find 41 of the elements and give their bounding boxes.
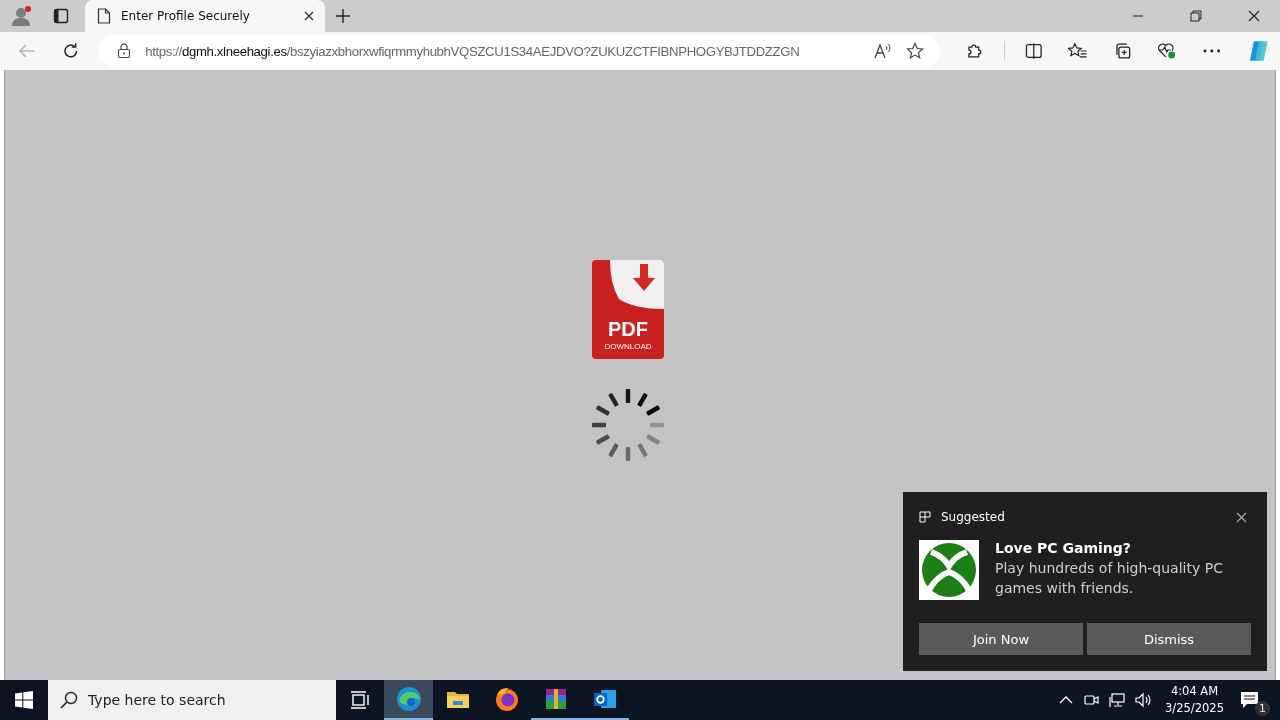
lock-icon[interactable] <box>117 43 132 59</box>
new-tab-button[interactable] <box>335 8 351 24</box>
chevron-up-icon[interactable] <box>1059 696 1074 704</box>
close-button[interactable] <box>1248 10 1260 22</box>
dismiss-button[interactable]: Dismiss <box>1087 623 1251 655</box>
toast-message: Play hundreds of high-quality PC games with friends. <box>995 559 1224 598</box>
windows-start-icon[interactable] <box>15 691 33 709</box>
refresh-button[interactable] <box>61 42 80 60</box>
address-bar[interactable]: https://dgmh.xlneehagi.es/bszyiazxbhorxwfiqrmmyhubhVQSZCU1S34AEJDVO?ZUKUZCTFIBNPHOGYBJTDDZZGN <box>99 35 941 67</box>
read-aloud-icon[interactable] <box>874 43 893 59</box>
url-text: https://dgmh.xlneehagi.es/bszyiazxbhorxwfiqrmmyhubhVQSZCU1S34AEJDVO?ZUKUZCTFIBNPHOGYBJTDDZZGN <box>145 43 801 59</box>
browser-tab[interactable]: Enter Profile Securely <box>85 0 325 32</box>
split-screen-icon[interactable] <box>1024 42 1043 60</box>
toast-title: Love PC Gaming? <box>995 540 1132 556</box>
join-button[interactable]: Join Now <box>919 623 1083 655</box>
close-tab-button[interactable] <box>303 10 315 22</box>
more-options-icon[interactable] <box>1202 49 1221 53</box>
volume-icon[interactable] <box>1135 692 1154 708</box>
network-icon[interactable] <box>1109 692 1126 708</box>
pdf-download-badge[interactable]: PDF DOWNLOAD <box>592 260 664 359</box>
loading-spinner-icon <box>590 387 666 463</box>
profile-icon[interactable] <box>11 5 33 27</box>
search-field[interactable]: Type here to search <box>48 680 336 720</box>
favorite-star-icon[interactable] <box>906 42 925 60</box>
tab-actions-icon[interactable] <box>53 8 69 24</box>
clock-time[interactable]: 4:04 AM <box>1170 683 1219 700</box>
collections-icon[interactable] <box>1113 42 1132 60</box>
suggested-icon <box>919 511 931 523</box>
extensions-puzzle-icon[interactable] <box>966 42 984 60</box>
xbox-logo-icon <box>919 540 979 600</box>
favorites-icon[interactable] <box>1068 42 1088 60</box>
search-icon <box>60 691 78 709</box>
task-view-icon[interactable] <box>350 691 370 709</box>
camera-icon[interactable] <box>1083 692 1100 708</box>
clock-date[interactable]: 3/25/2025 <box>1165 700 1224 717</box>
page-icon <box>97 8 111 24</box>
edge-app-icon[interactable] <box>384 680 433 720</box>
health-heart-icon[interactable] <box>1157 42 1177 60</box>
close-button[interactable] <box>1236 511 1247 523</box>
toast-header: Suggested <box>941 510 1006 524</box>
restore-button[interactable] <box>1190 10 1202 22</box>
